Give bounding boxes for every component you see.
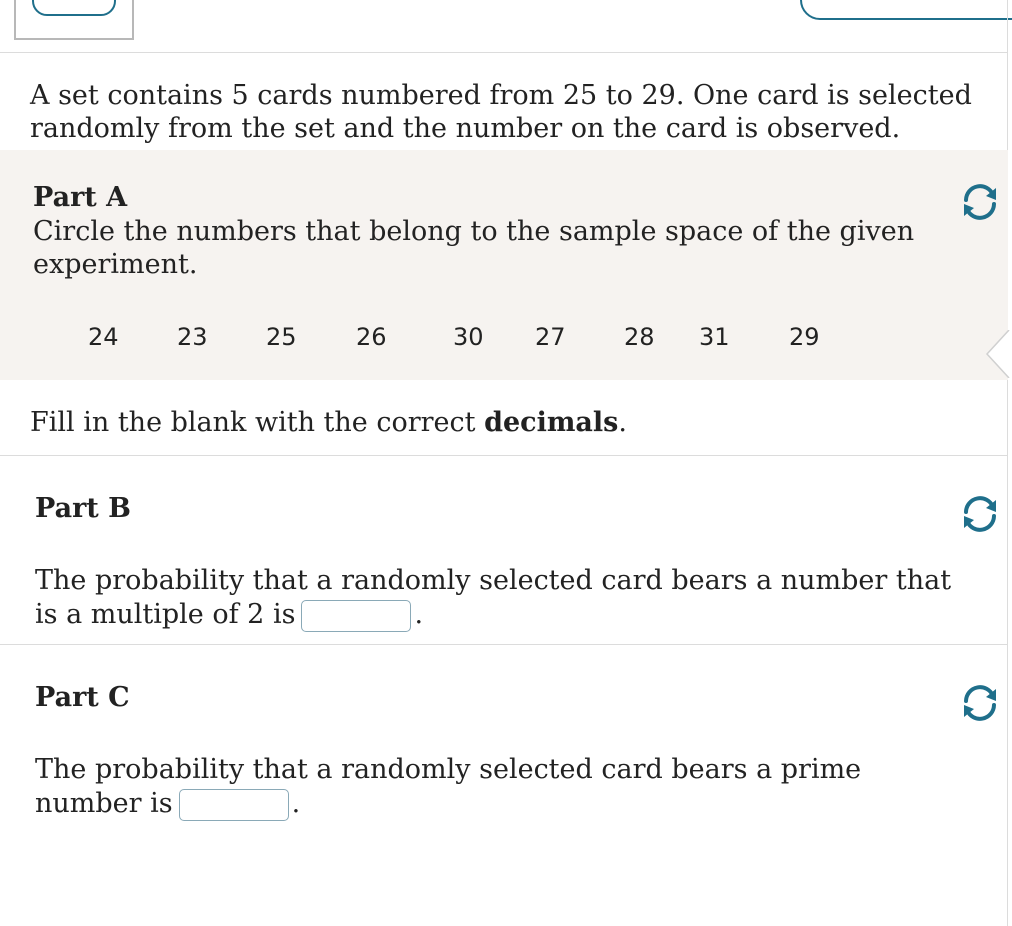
divider: [0, 455, 1008, 456]
instruction-suffix: .: [618, 407, 627, 438]
instruction-emphasis: decimals: [484, 407, 619, 438]
choice-item[interactable]: 28: [624, 322, 655, 352]
reload-icon[interactable]: [960, 683, 1000, 723]
part-a-line-2: experiment.: [33, 249, 198, 280]
instruction-text: Fill in the blank with the correct decim…: [30, 406, 627, 439]
choice-item[interactable]: 23: [177, 322, 208, 352]
part-b-line-2: is a multiple of 2 is.: [35, 598, 423, 632]
intro-line-2: randomly from the set and the number on …: [30, 113, 901, 144]
part-c-line-2: number is.: [35, 787, 300, 821]
divider: [0, 644, 1008, 645]
part-c-line-2-suffix: .: [291, 788, 301, 819]
part-a-line-1: Circle the numbers that belong to the sa…: [33, 216, 915, 247]
part-b-line-2-prefix: is a multiple of 2 is: [35, 599, 296, 630]
intro-line-1: A set contains 5 cards numbered from 25 …: [30, 80, 972, 111]
choice-item[interactable]: 24: [88, 322, 119, 352]
top-left-pill-button[interactable]: [32, 0, 116, 16]
part-c-answer-input[interactable]: [178, 788, 289, 821]
part-b-line-2-suffix: .: [414, 599, 424, 630]
part-c-heading: Part C: [35, 682, 130, 713]
choice-item[interactable]: 26: [356, 322, 387, 352]
part-b-line-1: The probability that a randomly selected…: [35, 565, 952, 596]
part-a-heading: Part A: [33, 182, 128, 213]
reset-all-button[interactable]: [800, 0, 1012, 20]
choice-item[interactable]: 27: [535, 322, 566, 352]
side-tab-icon[interactable]: [985, 330, 1012, 378]
choice-item[interactable]: 25: [266, 322, 297, 352]
choice-item[interactable]: 30: [453, 322, 484, 352]
part-c-line-2-prefix: number is: [35, 788, 173, 819]
part-c-line-1: The probability that a randomly selected…: [35, 754, 862, 785]
reload-icon[interactable]: [960, 494, 1000, 534]
instruction-prefix: Fill in the blank with the correct: [30, 407, 485, 438]
choice-item[interactable]: 31: [699, 322, 730, 352]
choice-item[interactable]: 29: [789, 322, 820, 352]
reload-icon[interactable]: [960, 182, 1000, 222]
part-b-heading: Part B: [35, 493, 131, 524]
right-edge-border: [1007, 0, 1008, 926]
part-b-answer-input[interactable]: [301, 599, 412, 632]
divider: [0, 52, 1008, 53]
